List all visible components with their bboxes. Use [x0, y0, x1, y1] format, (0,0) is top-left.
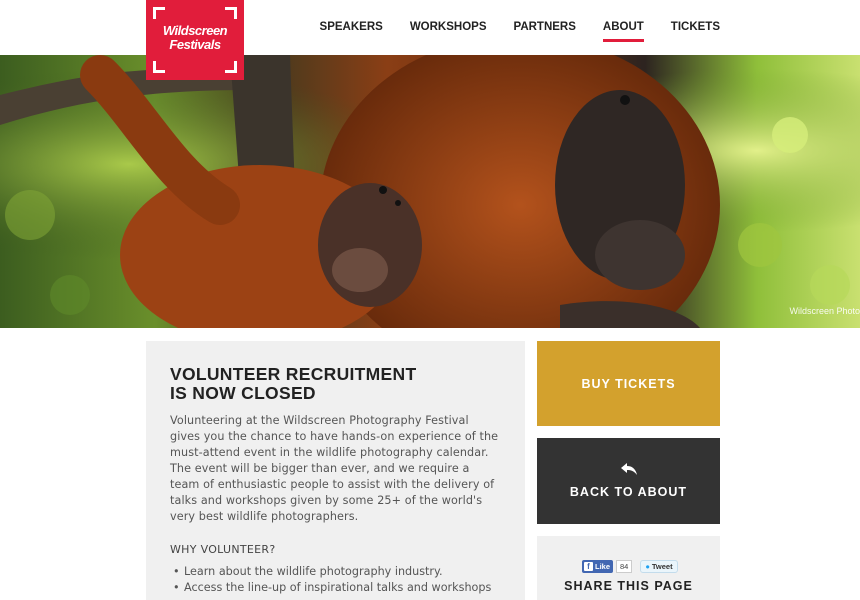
share-title: SHARE THIS PAGE — [564, 579, 693, 593]
nav-tickets[interactable]: TICKETS — [671, 21, 720, 42]
nav-speakers[interactable]: SPEAKERS — [320, 21, 383, 42]
page-title: VOLUNTEER RECRUITMENT IS NOW CLOSED — [170, 365, 430, 403]
hero-orangutan-illustration — [0, 55, 860, 328]
logo-line2: Festivals — [169, 37, 221, 52]
main-nav: SPEAKERS WORKSHOPS PARTNERS ABOUT TICKET… — [293, 21, 720, 42]
hero-photo-credit: Wildscreen Photo — [789, 306, 860, 316]
share-box: f Like 84 ● Tweet SHARE THIS PAGE — [537, 536, 720, 600]
twitter-bird-icon: ● — [645, 562, 650, 571]
volunteer-content: VOLUNTEER RECRUITMENT IS NOW CLOSED Volu… — [146, 341, 525, 600]
like-label: Like — [595, 562, 611, 571]
logo-corner — [225, 7, 237, 19]
buy-tickets-button[interactable]: BUY TICKETS — [537, 341, 720, 426]
logo-corner — [153, 7, 165, 19]
back-arrow-icon — [621, 463, 637, 475]
share-buttons: f Like 84 ● Tweet — [582, 560, 678, 573]
site-header: Wildscreen Festivals SPEAKERS WORKSHOPS … — [0, 0, 860, 80]
reasons-list: Learn about the wildlife photography ind… — [170, 564, 501, 596]
facebook-like-button[interactable]: f Like — [582, 560, 614, 573]
list-item: Learn about the wildlife photography ind… — [170, 564, 501, 580]
wildscreen-logo[interactable]: Wildscreen Festivals — [146, 0, 244, 80]
back-to-about-label: BACK TO ABOUT — [569, 485, 688, 499]
tweet-button[interactable]: ● Tweet — [640, 560, 678, 573]
logo-corner — [225, 61, 237, 73]
like-count: 84 — [616, 560, 633, 573]
buy-tickets-label: BUY TICKETS — [581, 376, 676, 391]
tweet-label: Tweet — [651, 562, 673, 571]
nav-partners[interactable]: PARTNERS — [514, 21, 576, 42]
logo-text: Wildscreen Festivals — [146, 24, 244, 52]
back-to-about-button[interactable]: BACK TO ABOUT — [537, 438, 720, 524]
title-line2: IS NOW CLOSED — [170, 383, 316, 403]
logo-corner — [153, 61, 165, 73]
nav-about[interactable]: ABOUT — [602, 21, 644, 42]
why-volunteer-heading: WHY VOLUNTEER? — [170, 543, 276, 556]
facebook-icon: f — [584, 562, 593, 571]
title-line1: VOLUNTEER RECRUITMENT — [170, 364, 417, 384]
hero-image: Wildscreen Photo — [0, 55, 860, 328]
nav-workshops[interactable]: WORKSHOPS — [410, 21, 487, 42]
logo-line1: Wildscreen — [162, 23, 228, 38]
list-item: Access the line-up of inspirational talk… — [170, 580, 501, 596]
intro-paragraph: Volunteering at the Wildscreen Photograp… — [170, 414, 499, 523]
